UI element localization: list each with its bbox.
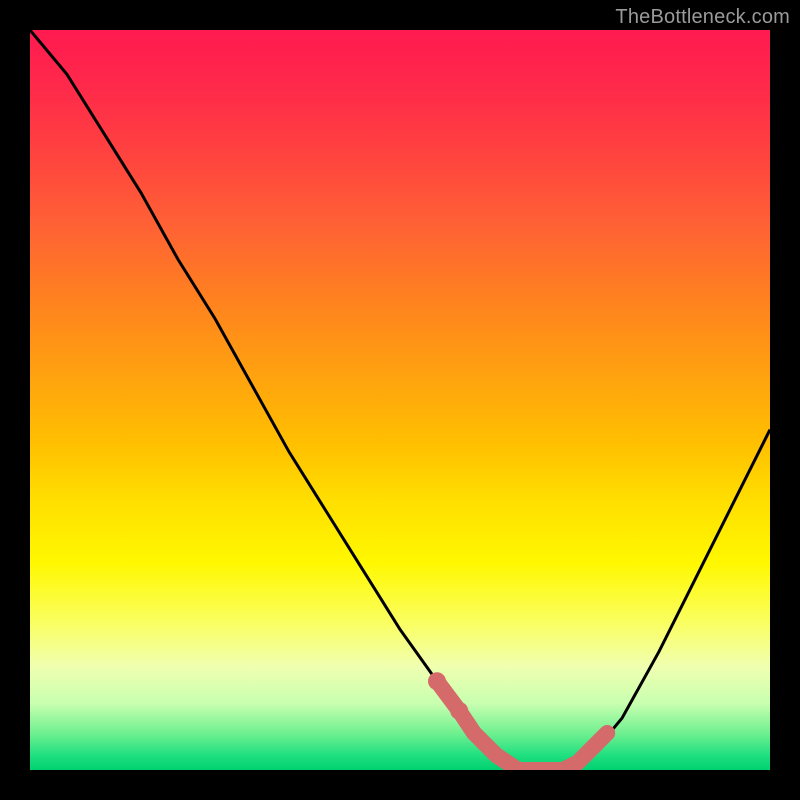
bottleneck-curve: [30, 30, 770, 770]
chart-svg: [30, 30, 770, 770]
marker-group: [428, 672, 607, 770]
chart-frame: TheBottleneck.com: [0, 0, 800, 800]
marker-dot: [450, 702, 468, 720]
watermark-text: TheBottleneck.com: [615, 6, 790, 29]
marker-dot: [428, 672, 446, 690]
marker-line: [437, 681, 607, 770]
